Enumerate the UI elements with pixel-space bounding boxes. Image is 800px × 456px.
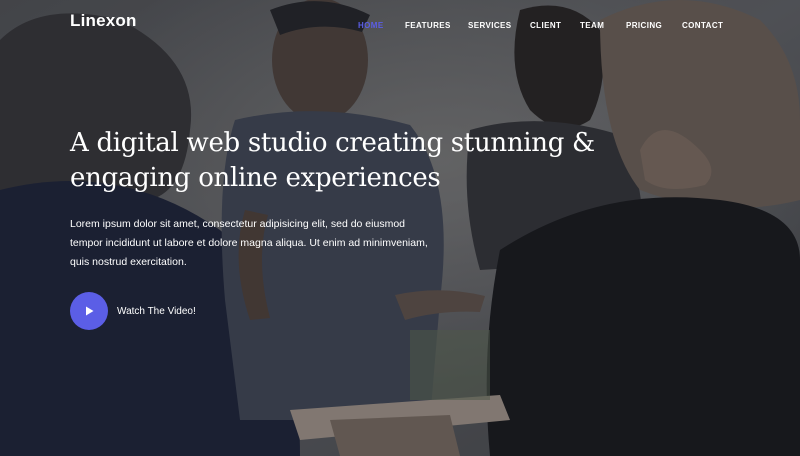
watch-video-button[interactable]: Watch The Video! [70,291,196,331]
watch-video-label[interactable]: Watch The Video! [117,306,196,317]
play-button[interactable] [70,292,108,330]
nav-link-services[interactable]: SERVICES [468,21,512,30]
nav-link-client[interactable]: CLIENT [530,21,561,30]
site-logo[interactable]: Linexon [70,11,137,31]
nav-link-pricing[interactable]: PRICING [626,21,662,30]
navbar: Linexon HOME FEATURES SERVICES CLIENT TE… [0,0,800,52]
nav-link-team[interactable]: TEAM [580,21,604,30]
play-icon [86,306,94,316]
hero-section: Linexon HOME FEATURES SERVICES CLIENT TE… [0,0,800,456]
hero-intro-text: Lorem ipsum dolor sit amet, consectetur … [70,218,428,268]
nav-link-contact[interactable]: CONTACT [682,21,723,30]
nav-link-home[interactable]: HOME [358,21,384,30]
nav-link-features[interactable]: FEATURES [405,21,451,30]
hero-headline: A digital web studio creating stunning &… [70,128,595,193]
